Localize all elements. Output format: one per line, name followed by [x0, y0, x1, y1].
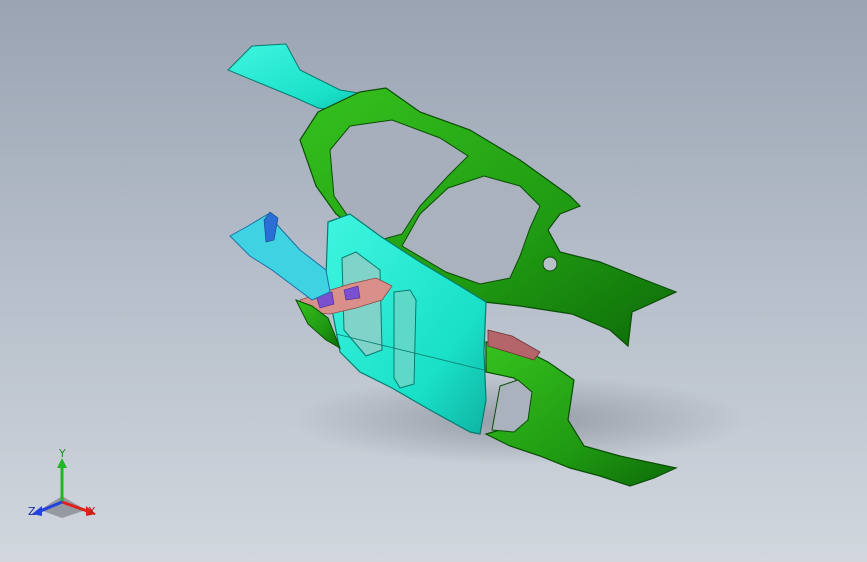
car-body-model[interactable] — [0, 0, 867, 562]
door-handle-recess — [393, 289, 417, 389]
triad-z-label: Z — [28, 505, 36, 518]
triad-x-label: X — [88, 505, 96, 518]
fuel-cap-icon — [542, 256, 558, 272]
graphics-viewport[interactable]: Y Z X — [0, 0, 867, 562]
front-rail[interactable] — [229, 213, 331, 301]
view-triad[interactable]: Y Z X — [20, 448, 110, 528]
triad-y-label: Y — [59, 447, 66, 460]
